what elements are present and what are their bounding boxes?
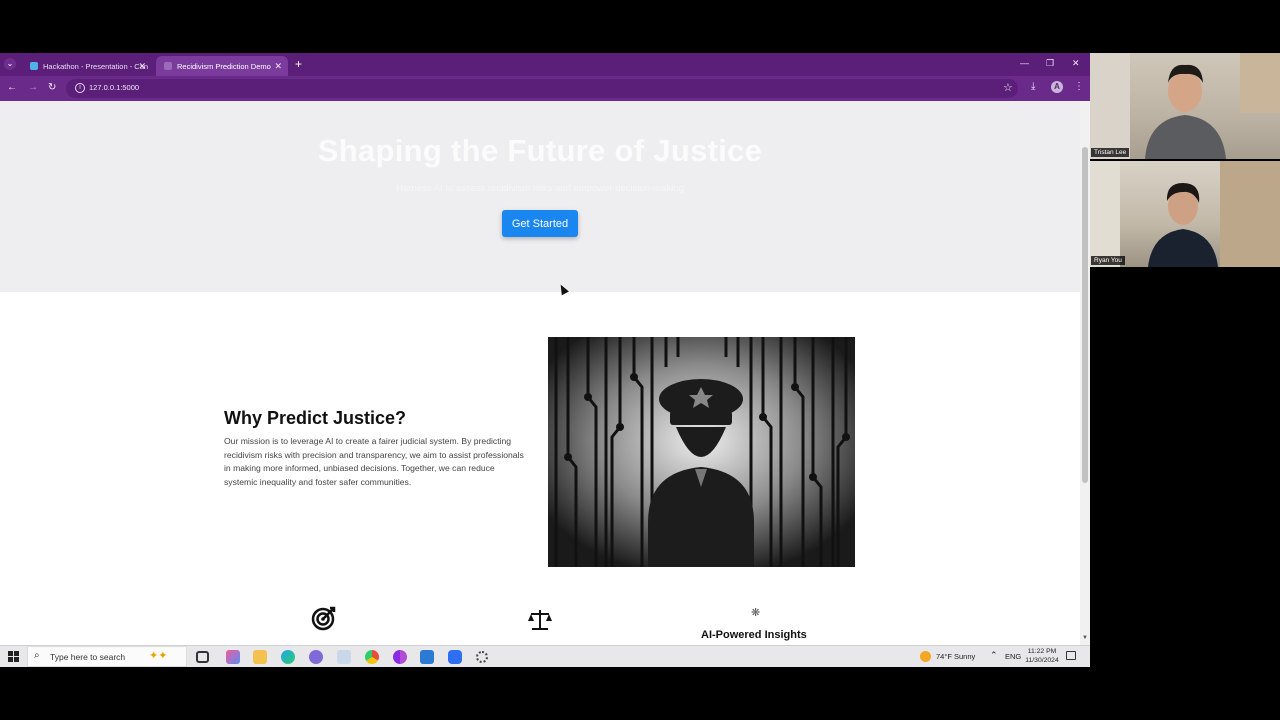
feature-title-ai-insights: AI-Powered Insights <box>701 629 807 641</box>
windows-start-icon[interactable] <box>8 651 19 662</box>
minimize-icon[interactable]: — <box>1020 58 1029 68</box>
tab-search-icon[interactable]: ⌄ <box>4 58 16 70</box>
clock-date: 11/30/2024 <box>1025 657 1059 664</box>
brain-icon: ❋ <box>751 607 761 619</box>
profile-avatar[interactable]: A <box>1051 81 1063 93</box>
bookmark-star-icon[interactable]: ☆ <box>1003 81 1013 94</box>
participant-video-image <box>1090 161 1280 267</box>
tab-close-icon[interactable]: ✕ <box>274 61 282 72</box>
zoom-icon[interactable] <box>448 650 462 664</box>
scrollbar-thumb[interactable] <box>1082 147 1088 483</box>
tab-label: Recidivism Prediction Demo <box>177 61 271 71</box>
back-icon[interactable]: ← <box>7 82 17 93</box>
reload-icon[interactable]: ↻ <box>48 82 56 93</box>
language-indicator[interactable]: ENG <box>1005 652 1021 661</box>
page-scrollbar[interactable]: ▼ <box>1080 101 1090 645</box>
address-bar[interactable]: i 127.0.0.1:5000 ☆ <box>66 79 1018 98</box>
chevron-up-icon[interactable]: ⌃ <box>990 650 998 661</box>
site-info-icon[interactable]: i <box>75 83 85 93</box>
tab-close-icon[interactable]: ✕ <box>138 61 146 72</box>
forward-icon[interactable]: → <box>28 82 38 93</box>
browser-toolbar: ← → ↻ i 127.0.0.1:5000 ☆ ⤓ A ⋮ <box>0 76 1090 101</box>
search-icon: ⌕ <box>34 650 40 661</box>
sun-icon <box>920 651 931 662</box>
task-view-icon[interactable] <box>196 651 209 663</box>
screen: ⌄ Hackathon - Presentation - Can ✕ Recid… <box>0 0 1280 720</box>
hero-section: Shaping the Future of Justice Harness AI… <box>0 101 1080 292</box>
canva-favicon-icon <box>30 62 38 70</box>
url-text: 127.0.0.1:5000 <box>89 83 140 92</box>
tab-bar: ⌄ Hackathon - Presentation - Can ✕ Recid… <box>0 53 1090 76</box>
chrome-profile-icon[interactable] <box>393 650 407 664</box>
file-explorer-icon[interactable] <box>253 650 267 664</box>
participant-video-image <box>1090 53 1280 159</box>
app-icon[interactable] <box>309 650 323 664</box>
windows-taskbar: ⌕ Type here to search ✦✦ 74°F Sunny ⌃ EN… <box>0 645 1090 667</box>
close-window-icon[interactable]: ✕ <box>1072 58 1080 69</box>
taskbar-search-box[interactable]: ⌕ Type here to search ✦✦ <box>27 646 187 667</box>
vscode-icon[interactable] <box>420 650 434 664</box>
page-viewport: Shaping the Future of Justice Harness AI… <box>0 101 1090 645</box>
clock-time: 11:22 PM <box>1027 648 1057 655</box>
participant-name: Ryan You <box>1091 256 1125 265</box>
copilot-icon[interactable] <box>226 650 240 664</box>
get-started-button[interactable]: Get Started <box>502 210 578 237</box>
browser-window: ⌄ Hackathon - Presentation - Can ✕ Recid… <box>0 53 1090 645</box>
why-section-body: Our mission is to leverage AI to create … <box>224 436 524 487</box>
scales-icon <box>528 609 552 637</box>
scroll-down-arrow-icon[interactable]: ▼ <box>1082 635 1088 641</box>
snipping-tool-icon[interactable] <box>337 650 351 664</box>
tab-recidivism-demo[interactable]: Recidivism Prediction Demo ✕ <box>156 56 288 76</box>
tab-presentation[interactable]: Hackathon - Presentation - Can ✕ <box>22 56 152 76</box>
edge-icon[interactable] <box>281 650 295 664</box>
restore-icon[interactable]: ❐ <box>1046 58 1054 69</box>
weather-text[interactable]: 74°F Sunny <box>936 652 975 661</box>
circuit-officer-image <box>548 337 855 567</box>
clock[interactable]: 11:22 PM 11/30/2024 <box>1024 647 1060 665</box>
settings-gear-icon[interactable] <box>476 651 488 663</box>
hero-subtitle: Harness AI to assess recidivism risks an… <box>396 183 684 194</box>
video-tile: Ryan You <box>1090 161 1280 267</box>
tab-label: Hackathon - Presentation - Can <box>43 61 149 71</box>
search-placeholder: Type here to search <box>50 652 126 662</box>
sparkle-icon: ✦✦ <box>149 650 168 662</box>
chrome-icon[interactable] <box>365 650 379 664</box>
new-tab-icon[interactable]: + <box>295 57 302 71</box>
notification-icon[interactable] <box>1066 651 1076 660</box>
video-tile: Tristan Lee <box>1090 53 1280 159</box>
globe-favicon-icon <box>164 62 172 70</box>
why-section-title: Why Predict Justice? <box>224 408 407 428</box>
kebab-menu-icon[interactable]: ⋮ <box>1074 81 1084 92</box>
download-icon[interactable]: ⤓ <box>1031 81 1035 92</box>
participant-name: Tristan Lee <box>1091 148 1130 157</box>
hero-title: Shaping the Future of Justice <box>317 133 763 168</box>
target-icon <box>311 605 337 637</box>
